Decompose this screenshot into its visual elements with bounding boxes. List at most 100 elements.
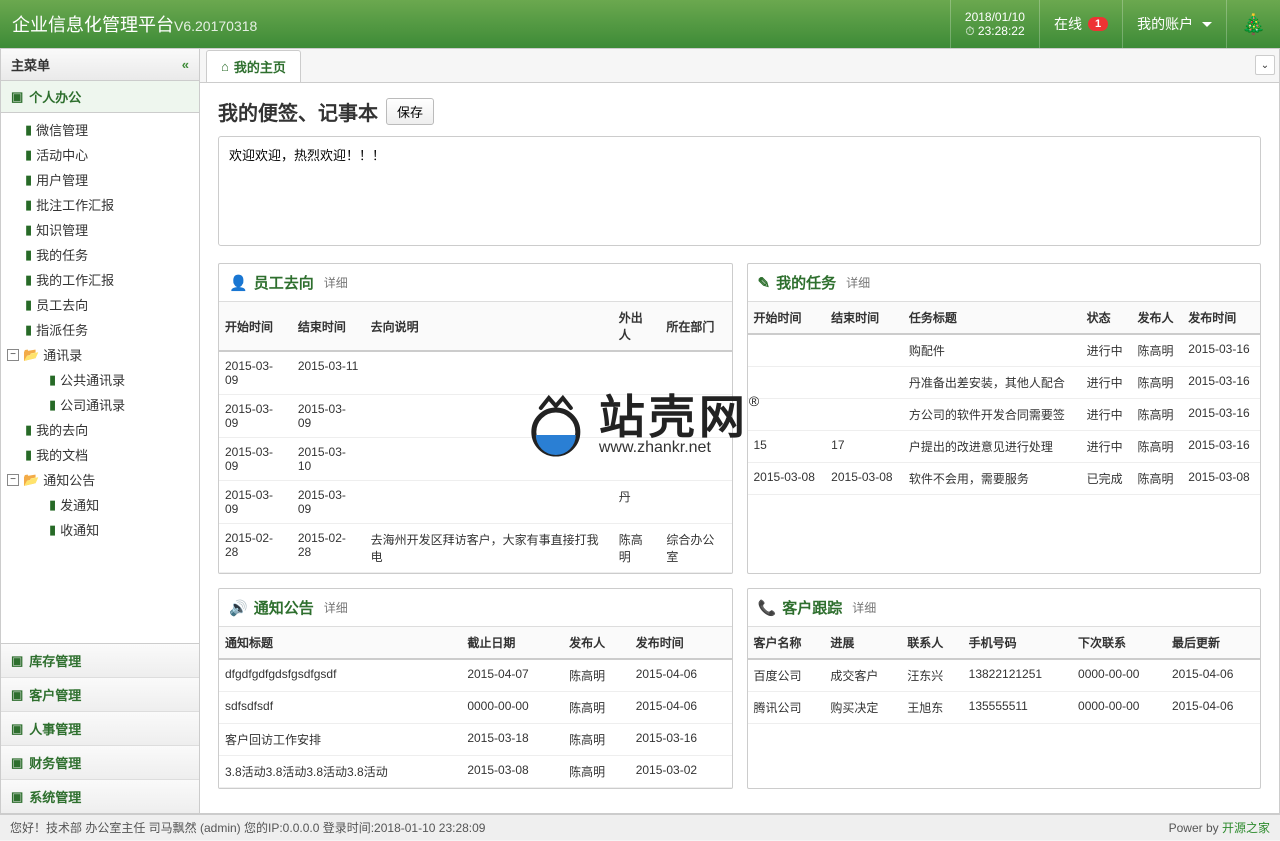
col-header: 开始时间 bbox=[748, 302, 826, 334]
table-row[interactable]: 百度公司成交客户汪东兴138221212510000-00-002015-04-… bbox=[748, 659, 1261, 692]
bottom-menus: ▣库存管理▣客户管理▣人事管理▣财务管理▣系统管理 bbox=[1, 643, 199, 813]
tree-label: 我的任务 bbox=[36, 245, 88, 264]
tree-item[interactable]: ▮我的去向 bbox=[1, 417, 199, 442]
cell: 2015-03-09 bbox=[292, 395, 365, 438]
play-icon: ▣ bbox=[11, 789, 23, 805]
cell: 2015-04-06 bbox=[630, 692, 732, 724]
cell bbox=[748, 399, 826, 431]
cell: 2015-02-28 bbox=[219, 524, 292, 573]
col-header: 发布人 bbox=[563, 627, 630, 659]
cell: 0000-00-00 bbox=[1072, 659, 1166, 692]
tree-label: 用户管理 bbox=[36, 170, 88, 189]
cell: 2015-02-28 bbox=[292, 524, 365, 573]
datetime-box: 2018/01/10 ⏱ 23:28:22 bbox=[950, 0, 1039, 48]
tree-item[interactable]: −📂通知公告 bbox=[1, 467, 199, 492]
cell: 陈高明 bbox=[563, 659, 630, 692]
tree-item[interactable]: ▮活动中心 bbox=[1, 142, 199, 167]
powerby-link[interactable]: 开源之家 bbox=[1222, 821, 1270, 835]
cell: 丹准备出差安装，其他人配合 bbox=[903, 367, 1081, 399]
tree-item[interactable]: ▮我的文档 bbox=[1, 442, 199, 467]
cell: 2015-03-16 bbox=[1182, 367, 1260, 399]
cell: 陈高明 bbox=[563, 724, 630, 756]
table-row[interactable]: 2015-03-092015-03-09丹 bbox=[219, 481, 732, 524]
toggle-icon[interactable]: − bbox=[7, 474, 19, 486]
detail-link[interactable]: 详细 bbox=[852, 599, 876, 616]
tab-home[interactable]: ⌂ 我的主页 bbox=[206, 50, 301, 82]
tabs-more-button[interactable]: ⌄ bbox=[1255, 55, 1275, 75]
date-text: 2018/01/10 bbox=[965, 10, 1025, 24]
panel-staff-title: 员工去向 bbox=[254, 272, 314, 293]
tree-button[interactable]: 🎄 bbox=[1226, 0, 1280, 48]
time-text: 23:28:22 bbox=[978, 24, 1025, 38]
cell: 2015-03-09 bbox=[219, 395, 292, 438]
cell: 腾讯公司 bbox=[748, 692, 825, 724]
save-button[interactable]: 保存 bbox=[386, 98, 434, 125]
table-row[interactable]: sdfsdfsdf0000-00-00陈高明2015-04-06 bbox=[219, 692, 732, 724]
tree-item[interactable]: ▮批注工作汇报 bbox=[1, 192, 199, 217]
table-row[interactable]: 方公司的软件开发合同需要签进行中陈高明2015-03-16 bbox=[748, 399, 1261, 431]
table-row[interactable]: 客户回访工作安排2015-03-18陈高明2015-03-16 bbox=[219, 724, 732, 756]
sidebar-section-personal[interactable]: ▣ 个人办公 bbox=[1, 81, 199, 113]
cell: 2015-04-06 bbox=[1166, 692, 1260, 724]
bottom-menu-item[interactable]: ▣财务管理 bbox=[1, 746, 199, 780]
tree-label: 我的文档 bbox=[36, 445, 88, 464]
account-dropdown[interactable]: 我的账户 bbox=[1122, 0, 1226, 48]
home-icon: ⌂ bbox=[221, 59, 229, 74]
table-row[interactable]: 丹准备出差安装，其他人配合进行中陈高明2015-03-16 bbox=[748, 367, 1261, 399]
table-row[interactable]: 1517户提出的改进意见进行处理进行中陈高明2015-03-16 bbox=[748, 431, 1261, 463]
col-header: 任务标题 bbox=[903, 302, 1081, 334]
table-row[interactable]: 2015-03-092015-03-11 bbox=[219, 351, 732, 395]
tree-label: 我的去向 bbox=[36, 420, 88, 439]
tree-item[interactable]: ▮公共通讯录 bbox=[1, 367, 199, 392]
tree-item[interactable]: ▮知识管理 bbox=[1, 217, 199, 242]
bottom-menu-item[interactable]: ▣人事管理 bbox=[1, 712, 199, 746]
detail-link[interactable]: 详细 bbox=[846, 274, 870, 291]
detail-link[interactable]: 详细 bbox=[324, 274, 348, 291]
table-row[interactable]: 2015-02-282015-02-28去海州开发区拜访客户，大家有事直接打我电… bbox=[219, 524, 732, 573]
notes-textarea[interactable] bbox=[218, 136, 1261, 246]
tree-label: 收通知 bbox=[60, 520, 99, 539]
tree-item[interactable]: ▮收通知 bbox=[1, 517, 199, 542]
tree-label: 活动中心 bbox=[36, 145, 88, 164]
table-row[interactable]: 3.8活动3.8活动3.8活动3.8活动2015-03-08陈高明2015-03… bbox=[219, 756, 732, 788]
cell: 2015-03-09 bbox=[219, 481, 292, 524]
table-row[interactable]: 2015-03-092015-03-10 bbox=[219, 438, 732, 481]
tree-item[interactable]: −📂通讯录 bbox=[1, 342, 199, 367]
tree-item[interactable]: ▮我的工作汇报 bbox=[1, 267, 199, 292]
cell: sdfsdfsdf bbox=[219, 692, 461, 724]
bottom-menu-item[interactable]: ▣库存管理 bbox=[1, 644, 199, 678]
table-row[interactable]: 腾讯公司购买决定王旭东1355555110000-00-002015-04-06 bbox=[748, 692, 1261, 724]
cell bbox=[660, 395, 731, 438]
toggle-icon[interactable]: − bbox=[7, 349, 19, 361]
tree-label: 微信管理 bbox=[36, 120, 88, 139]
cell: 进行中 bbox=[1081, 334, 1132, 367]
bottom-menu-item[interactable]: ▣系统管理 bbox=[1, 780, 199, 813]
bottom-menu-item[interactable]: ▣客户管理 bbox=[1, 678, 199, 712]
cell: 2015-03-08 bbox=[461, 756, 563, 788]
cell: 软件不会用，需要服务 bbox=[903, 463, 1081, 495]
table-row[interactable]: 2015-03-092015-03-09 bbox=[219, 395, 732, 438]
file-icon: ▮ bbox=[25, 322, 32, 338]
collapse-icon[interactable]: « bbox=[182, 57, 189, 72]
table-row[interactable]: 2015-03-082015-03-08软件不会用，需要服务已完成陈高明2015… bbox=[748, 463, 1261, 495]
nav-tree: ▮微信管理▮活动中心▮用户管理▮批注工作汇报▮知识管理▮我的任务▮我的工作汇报▮… bbox=[1, 113, 199, 643]
tree-item[interactable]: ▮发通知 bbox=[1, 492, 199, 517]
play-icon: ▣ bbox=[11, 653, 23, 669]
table-row[interactable]: 购配件进行中陈高明2015-03-16 bbox=[748, 334, 1261, 367]
tree-item[interactable]: ▮我的任务 bbox=[1, 242, 199, 267]
cell: 陈高明 bbox=[613, 524, 661, 573]
cell bbox=[613, 351, 661, 395]
online-count-badge: 1 bbox=[1088, 17, 1108, 31]
section-label: 个人办公 bbox=[29, 87, 81, 106]
tree-item[interactable]: ▮微信管理 bbox=[1, 117, 199, 142]
tree-item[interactable]: ▮员工去向 bbox=[1, 292, 199, 317]
detail-link[interactable]: 详细 bbox=[324, 599, 348, 616]
tree-item[interactable]: ▮指派任务 bbox=[1, 317, 199, 342]
tree-item[interactable]: ▮用户管理 bbox=[1, 167, 199, 192]
table-row[interactable]: dfgdfgdfgdsfgsdfgsdf2015-04-07陈高明2015-04… bbox=[219, 659, 732, 692]
cell: 进行中 bbox=[1081, 431, 1132, 463]
cell: 0000-00-00 bbox=[461, 692, 563, 724]
online-box[interactable]: 在线 1 bbox=[1039, 0, 1122, 48]
file-icon: ▮ bbox=[49, 397, 56, 413]
tree-item[interactable]: ▮公司通讯录 bbox=[1, 392, 199, 417]
